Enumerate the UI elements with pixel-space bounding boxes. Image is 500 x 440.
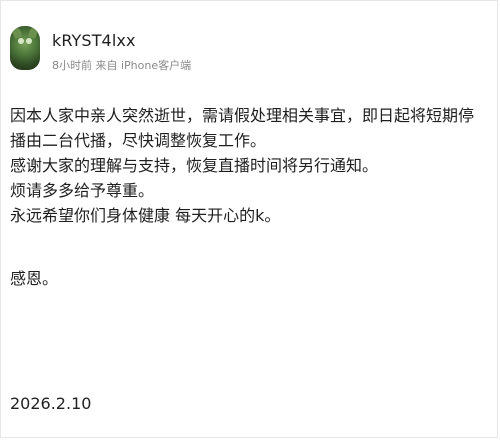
post-closing: 感恩。: [10, 269, 59, 288]
avatar[interactable]: [10, 26, 40, 70]
post-line-3: 烦请多多给予尊重。: [10, 181, 155, 200]
post-date: 2026.2.10: [10, 394, 92, 413]
username[interactable]: kRYST4lxx: [52, 32, 136, 50]
post-line-2: 感谢大家的理解与支持，恢复直播时间将另行通知。: [10, 156, 379, 175]
post-line-4: 永远希望你们身体健康 每天开心的k。: [10, 206, 281, 225]
avatar-eye-right: [26, 38, 32, 44]
post-header: kRYST4lxx 8小时前 来自 iPhone客户端: [10, 24, 480, 80]
post-body: 因本人家中亲人突然逝世，需请假处理相关事宜，即日起将短期停播由二台代播，尽快调整…: [10, 103, 480, 291]
avatar-eye-left: [18, 38, 24, 44]
post-meta: 8小时前 来自 iPhone客户端: [52, 59, 192, 72]
post-line-1: 因本人家中亲人突然逝世，需请假处理相关事宜，即日起将短期停播由二台代播，尽快调整…: [10, 106, 475, 150]
